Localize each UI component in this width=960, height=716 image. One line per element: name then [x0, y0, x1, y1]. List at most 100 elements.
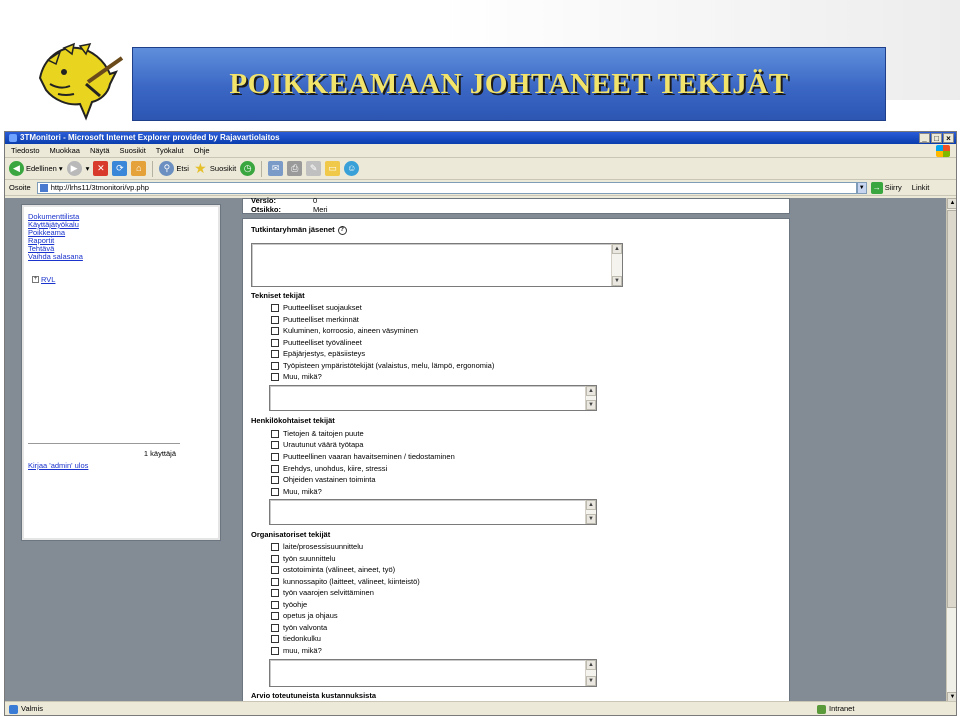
checkbox-org-3[interactable]: ostotoiminta (välineet, aineet, työ)	[271, 565, 395, 574]
checkbox-org-7[interactable]: opetus ja ohjaus	[271, 611, 338, 620]
checkbox[interactable]	[271, 623, 279, 632]
menu-edit[interactable]: Muokkaa	[50, 144, 80, 157]
close-button[interactable]: ×	[943, 133, 954, 143]
checkbox[interactable]	[271, 440, 279, 449]
forward-arrow-icon[interactable]: ▶	[66, 161, 82, 176]
checkbox[interactable]	[271, 611, 279, 620]
refresh-icon[interactable]: ⟳	[112, 161, 128, 176]
checkbox[interactable]	[271, 349, 279, 358]
checkbox-technical-other[interactable]: Muu, mikä?	[271, 372, 322, 381]
checkbox[interactable]	[271, 452, 279, 461]
search-button[interactable]: ⚲ Etsi	[159, 161, 189, 176]
checkbox-personal-2[interactable]: Urautunut väärä työtapa	[271, 440, 363, 449]
scroll-down-icon[interactable]: ▼	[586, 514, 596, 524]
checkbox[interactable]	[271, 487, 279, 496]
home-icon[interactable]: ⌂	[131, 161, 147, 176]
checkbox[interactable]	[271, 338, 279, 347]
checkbox-org-other[interactable]: muu, mikä?	[271, 646, 322, 655]
checkbox-org-2[interactable]: työn suunnittelu	[271, 554, 336, 563]
checkbox[interactable]	[271, 577, 279, 586]
checkbox-org-9[interactable]: tiedonkulku	[271, 634, 321, 643]
go-button[interactable]: → Siirry	[870, 181, 902, 194]
maximize-button[interactable]: □	[931, 133, 942, 143]
checkbox[interactable]	[271, 372, 279, 381]
expand-icon[interactable]: +	[32, 276, 39, 283]
messenger-icon[interactable]: ☺	[344, 161, 360, 176]
checkbox[interactable]	[271, 565, 279, 574]
scroll-up-icon[interactable]: ▲	[947, 198, 956, 209]
checkbox-org-4[interactable]: kunnossapito (laitteet, välineet, kiinte…	[271, 577, 420, 586]
checkbox[interactable]	[271, 646, 279, 655]
nav-link-change-password[interactable]: Vaihda salasana	[28, 253, 83, 261]
checkbox-personal-4[interactable]: Erehdys, unohdus, kiire, stressi	[271, 464, 387, 473]
checkbox[interactable]	[271, 542, 279, 551]
scroll-up-icon[interactable]: ▲	[586, 660, 596, 670]
tree-item-label[interactable]: RVL	[41, 275, 55, 284]
stop-icon[interactable]: ✕	[93, 161, 109, 176]
scroll-thumb[interactable]	[947, 210, 956, 608]
checkbox[interactable]	[271, 303, 279, 312]
checkbox-technical-3[interactable]: Kuluminen, korroosio, aineen väsyminen	[271, 326, 418, 335]
checkbox-technical-4[interactable]: Puutteelliset työvälineet	[271, 338, 362, 347]
checkbox[interactable]	[271, 588, 279, 597]
menu-favorites[interactable]: Suosikit	[120, 144, 146, 157]
address-input[interactable]: http://lrhs11/3tmonitori/vp.php	[36, 181, 857, 194]
checkbox[interactable]	[271, 464, 279, 473]
scroll-up-icon[interactable]: ▲	[586, 386, 596, 396]
mail-icon[interactable]: ✉	[268, 161, 284, 176]
textarea-scrollbar[interactable]: ▲ ▼	[611, 244, 622, 286]
minimize-button[interactable]: _	[919, 133, 930, 143]
technical-other-textarea[interactable]: ▲ ▼	[269, 385, 597, 411]
checkbox[interactable]	[271, 554, 279, 563]
menu-help[interactable]: Ohje	[194, 144, 210, 157]
checkbox-org-1[interactable]: laite/prosessisuunnittelu	[271, 542, 363, 551]
textarea-scrollbar[interactable]: ▲ ▼	[585, 386, 596, 410]
favorites-button[interactable]: ★ Suosikit	[193, 161, 236, 176]
links-label[interactable]: Linkit	[912, 183, 930, 192]
scroll-down-icon[interactable]: ▼	[586, 676, 596, 686]
scroll-up-icon[interactable]: ▲	[586, 500, 596, 510]
checkbox[interactable]	[271, 475, 279, 484]
checkbox-technical-5[interactable]: Epäjärjestys, epäsiisteys	[271, 349, 365, 358]
checkbox-technical-6[interactable]: Työpisteen ympäristötekijät (valaistus, …	[271, 361, 494, 370]
scroll-down-icon[interactable]: ▼	[586, 400, 596, 410]
checkbox-personal-1[interactable]: Tietojen & taitojen puute	[271, 429, 364, 438]
textarea-scrollbar[interactable]: ▲ ▼	[585, 660, 596, 686]
help-icon[interactable]: ?	[337, 225, 347, 235]
organizational-other-textarea[interactable]: ▲ ▼	[269, 659, 597, 687]
checkbox[interactable]	[271, 361, 279, 370]
checkbox[interactable]	[271, 429, 279, 438]
back-dropdown-icon[interactable]: ▾	[59, 164, 63, 173]
checkbox-org-5[interactable]: työn vaarojen selvittäminen	[271, 588, 374, 597]
menu-tools[interactable]: Työkalut	[156, 144, 184, 157]
forward-dropdown-icon[interactable]: ▾	[86, 164, 90, 173]
page-scrollbar[interactable]: ▲ ▼	[946, 198, 956, 703]
textarea-scrollbar[interactable]: ▲ ▼	[585, 500, 596, 524]
tree-item[interactable]: + RVL	[32, 275, 55, 284]
checkbox[interactable]	[271, 326, 279, 335]
print-icon[interactable]: ⎙	[287, 161, 303, 176]
history-icon[interactable]: ◷	[240, 161, 256, 176]
team-members-textarea[interactable]: ▲ ▼	[251, 243, 623, 287]
checkbox[interactable]	[271, 634, 279, 643]
checkbox-technical-1[interactable]: Puutteelliset suojaukset	[271, 303, 362, 312]
checkbox-personal-3[interactable]: Puutteellinen vaaran havaitseminen / tie…	[271, 452, 455, 461]
checkbox-org-8[interactable]: työn valvonta	[271, 623, 327, 632]
checkbox-personal-other[interactable]: Muu, mikä?	[271, 487, 322, 496]
checkbox[interactable]	[271, 315, 279, 324]
folder-icon[interactable]: ▭	[325, 161, 341, 176]
personal-other-textarea[interactable]: ▲ ▼	[269, 499, 597, 525]
scroll-up-icon[interactable]: ▲	[612, 244, 622, 254]
checkbox[interactable]	[271, 600, 279, 609]
checkbox-personal-5[interactable]: Ohjeiden vastainen toiminta	[271, 475, 376, 484]
logout-link[interactable]: Kirjaa 'admin' ulos	[28, 461, 88, 470]
menu-view[interactable]: Näytä	[90, 144, 110, 157]
window-titlebar[interactable]: 3TMonitori - Microsoft Internet Explorer…	[5, 132, 956, 144]
back-button[interactable]: ◀ Edellinen ▾	[9, 161, 63, 176]
checkbox-org-6[interactable]: työohje	[271, 600, 307, 609]
address-dropdown-icon[interactable]: ▼	[856, 181, 867, 194]
edit-icon[interactable]: ✎	[306, 161, 322, 176]
scroll-down-icon[interactable]: ▼	[612, 276, 622, 286]
checkbox-technical-2[interactable]: Puutteelliset merkinnät	[271, 315, 359, 324]
menu-file[interactable]: Tiedosto	[11, 144, 40, 157]
